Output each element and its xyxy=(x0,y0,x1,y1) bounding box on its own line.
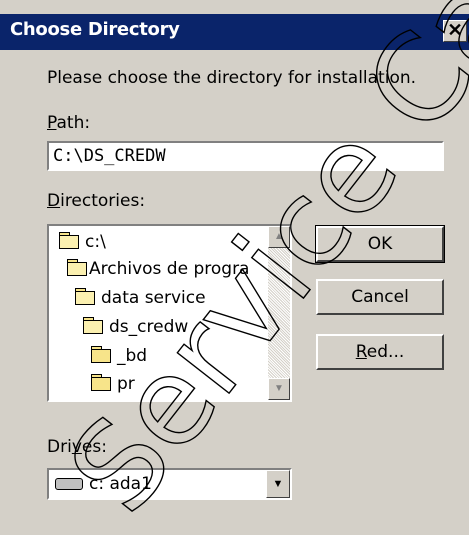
open-folder-icon xyxy=(67,259,87,276)
directory-item-label: pr xyxy=(117,374,135,394)
path-label: Path: xyxy=(47,113,90,133)
directories-label: Directories: xyxy=(47,191,145,211)
path-input[interactable]: C:\DS_CREDW xyxy=(47,141,444,171)
directory-item-bd[interactable]: _bd xyxy=(87,344,147,368)
red-button-accel: R xyxy=(355,342,367,362)
directory-item-label: data service xyxy=(101,288,206,308)
drives-label-text: es: xyxy=(81,437,107,457)
drives-label-accel: v xyxy=(71,437,82,457)
choose-directory-dialog: Choose Directory ✕ Please choose the dir… xyxy=(0,0,469,535)
directory-item-data-service[interactable]: data service xyxy=(71,286,206,310)
directory-item-label: c:\ xyxy=(85,232,106,252)
directory-item-pr[interactable]: pr xyxy=(87,372,135,396)
scroll-down-arrow-icon: ▼ xyxy=(274,383,284,394)
drive-value: c: ada1 xyxy=(89,474,152,494)
directory-item-archivos[interactable]: Archivos de progra xyxy=(63,257,249,281)
open-folder-icon xyxy=(83,317,103,334)
cancel-button[interactable]: Cancel xyxy=(316,279,444,315)
folder-icon xyxy=(91,374,111,391)
directory-list[interactable]: c:\ Archivos de progra data service ds_c… xyxy=(47,224,292,402)
hard-drive-icon xyxy=(55,478,83,490)
scroll-up-button[interactable]: ▲ xyxy=(268,226,290,248)
directory-item-root[interactable]: c:\ xyxy=(55,230,106,254)
close-button[interactable]: ✕ xyxy=(443,20,467,42)
ok-button[interactable]: OK xyxy=(315,225,445,263)
directory-item-ds-credw[interactable]: ds_credw xyxy=(79,315,188,339)
path-label-accel: P xyxy=(47,113,57,133)
scroll-up-arrow-icon: ▲ xyxy=(274,231,284,242)
drives-label-pre: Dri xyxy=(47,437,72,457)
drives-dropdown[interactable]: c: ada1 ▼ xyxy=(47,468,292,500)
red-button-text: ed... xyxy=(366,342,405,362)
directories-label-text: irectories: xyxy=(60,191,146,211)
close-icon: ✕ xyxy=(447,20,463,40)
chevron-down-icon: ▼ xyxy=(272,478,284,490)
directories-label-accel: D xyxy=(47,191,61,211)
drives-label: Drives: xyxy=(47,437,107,457)
directory-item-label: Archivos de progra xyxy=(89,259,250,279)
directory-scrollbar[interactable]: ▲ ▼ xyxy=(268,226,290,400)
red-button[interactable]: Red... xyxy=(316,334,444,370)
directory-item-label: _bd xyxy=(117,346,148,366)
instruction-text: Please choose the directory for installa… xyxy=(47,68,417,88)
scroll-down-button[interactable]: ▼ xyxy=(268,378,290,400)
dropdown-button[interactable]: ▼ xyxy=(266,470,290,498)
dialog-title: Choose Directory xyxy=(10,19,180,40)
directory-item-label: ds_credw xyxy=(109,317,189,337)
open-folder-icon xyxy=(75,288,95,305)
title-bar[interactable]: Choose Directory ✕ xyxy=(0,14,469,50)
folder-icon xyxy=(91,346,111,363)
open-folder-icon xyxy=(59,232,79,249)
path-label-text: ath: xyxy=(56,113,91,133)
